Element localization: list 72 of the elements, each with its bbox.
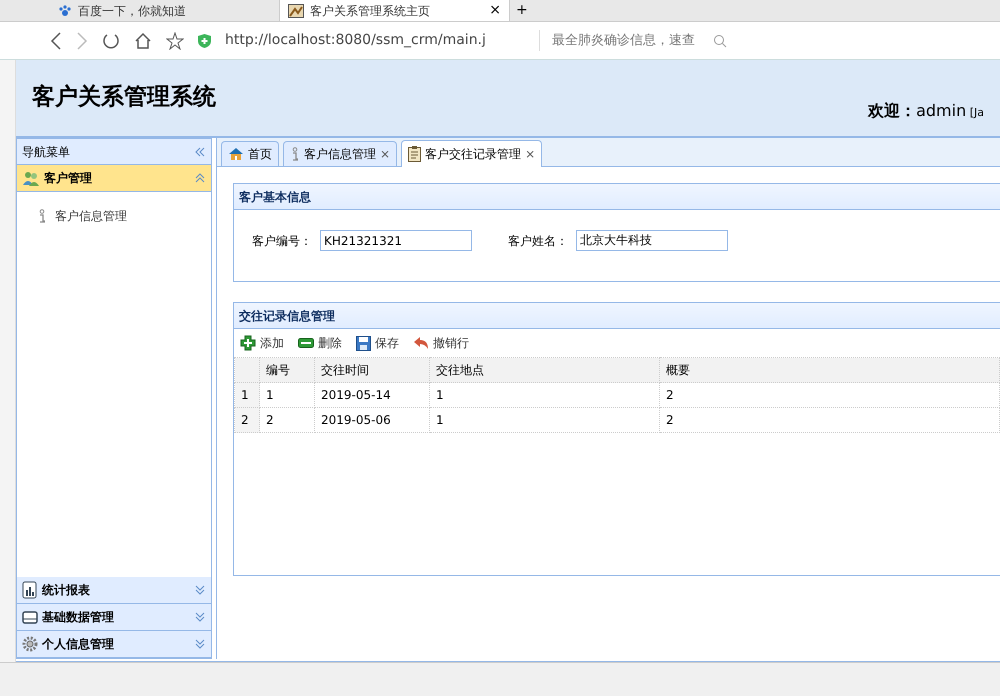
- close-button[interactable]: ×: [380, 145, 390, 163]
- info-icon: [290, 147, 300, 161]
- picture-icon: [288, 4, 304, 18]
- star-icon[interactable]: [166, 32, 184, 50]
- minus-icon: [298, 337, 314, 349]
- tab[interactable]: 客户信息管理 ×: [283, 141, 398, 166]
- table-cell: 2019-05-14: [314, 382, 430, 408]
- expand-icon: [194, 611, 206, 623]
- table-cell: 2: [660, 382, 1000, 408]
- bar-chart-icon: [22, 581, 38, 599]
- toolbar-button[interactable]: 撤销行: [413, 334, 469, 352]
- back-icon[interactable]: [50, 32, 62, 50]
- column-header: 交往地点: [430, 358, 660, 382]
- accordion-header[interactable]: 个人信息管理: [17, 631, 211, 658]
- input-field[interactable]: KH21321321: [320, 230, 472, 251]
- column-header: 概要: [660, 358, 1000, 382]
- users-icon: [22, 170, 40, 186]
- gear-icon: [22, 636, 38, 652]
- undo-arrow-icon: [413, 336, 429, 350]
- toolbar-button[interactable]: 添加: [240, 334, 284, 352]
- collapse-icon: [194, 172, 206, 184]
- field-label: 客户编号：: [252, 232, 312, 250]
- plus-icon: [240, 335, 256, 351]
- field-label: 客户姓名：: [508, 232, 568, 250]
- user-extra: [Ja: [968, 106, 984, 119]
- header-cell: [234, 358, 260, 382]
- clipboard-icon: [408, 146, 422, 162]
- panel-title: 交往记录信息管理: [234, 303, 1000, 329]
- accordion-header[interactable]: 客户管理: [17, 165, 211, 192]
- accordion-header[interactable]: 基础数据管理: [17, 604, 211, 631]
- toolbar-button[interactable]: 删除: [298, 334, 342, 352]
- tab[interactable]: 客户交往记录管理 ×: [401, 140, 542, 167]
- close-button[interactable]: ×: [489, 0, 501, 21]
- expand-icon: [194, 638, 206, 650]
- toolbar-button[interactable]: 保存: [356, 334, 399, 352]
- expand-icon: [194, 584, 206, 596]
- column-header: 编号: [260, 358, 314, 382]
- panel-title: 客户基本信息: [234, 184, 1000, 210]
- table-cell: 1: [430, 382, 660, 408]
- info-icon: [37, 209, 47, 223]
- paw-icon: [58, 4, 72, 18]
- tab-label: 首页: [248, 146, 272, 163]
- drive-icon: [22, 610, 38, 624]
- close-button[interactable]: ×: [525, 145, 536, 163]
- table-cell: 1: [430, 408, 660, 432]
- tab-title: 客户关系管理系统主页: [310, 2, 430, 20]
- browser-tab[interactable]: 客户关系管理系统主页 ×: [280, 0, 510, 21]
- tab-label: 客户信息管理: [304, 146, 376, 163]
- tab-label: 客户交往记录管理: [425, 146, 522, 163]
- accordion-header[interactable]: 统计报表: [17, 577, 211, 604]
- app-title: 客户关系管理系统: [32, 84, 216, 112]
- row-number: 2: [234, 408, 260, 432]
- search-icon[interactable]: [713, 34, 727, 48]
- table-cell: 2019-05-06: [314, 408, 430, 432]
- table-cell: 2: [260, 408, 314, 432]
- shield-icon: [198, 34, 211, 48]
- user-name: admin: [916, 101, 966, 120]
- table-cell: 2: [660, 408, 1000, 432]
- nav-title: 导航菜单: [22, 144, 70, 160]
- home-icon[interactable]: [134, 32, 152, 50]
- table-cell: 1: [260, 382, 314, 408]
- tab-title: 百度一下，你就知道: [78, 2, 186, 20]
- nav-item[interactable]: 客户信息管理: [31, 206, 133, 226]
- collapse-icon[interactable]: [194, 146, 206, 158]
- reload-icon[interactable]: [102, 32, 120, 50]
- input-field[interactable]: 北京大牛科技: [576, 230, 728, 251]
- column-header: 交往时间: [314, 358, 430, 382]
- new-tab-button[interactable]: +: [516, 0, 528, 21]
- row-number: 1: [234, 382, 260, 408]
- home-icon: [228, 147, 244, 161]
- tab[interactable]: 首页: [221, 141, 279, 166]
- welcome-label: 欢迎：: [868, 101, 916, 120]
